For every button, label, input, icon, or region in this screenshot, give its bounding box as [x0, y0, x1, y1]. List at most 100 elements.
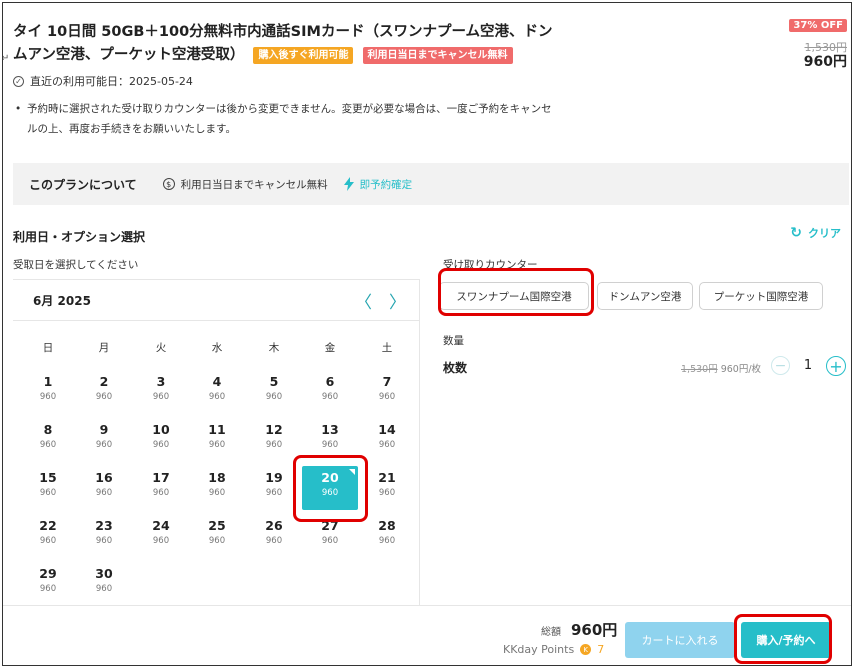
calendar-day-price: 960 — [208, 488, 226, 498]
calendar-day-price: 960 — [378, 488, 396, 498]
unit-price: 1,530円 960円/枚 — [681, 361, 761, 375]
calendar-day-number: 26 — [265, 518, 283, 533]
next-month-button[interactable]: 〉 — [389, 288, 406, 313]
calendar-day-number: 15 — [39, 470, 57, 485]
calendar-month: 6月 2025 — [33, 294, 91, 308]
calendar-day-price: 960 — [265, 488, 283, 498]
calendar-day-price: 960 — [95, 584, 113, 594]
calendar-day-number: 20 — [321, 470, 339, 485]
calendar-day-number: 18 — [208, 470, 226, 485]
calendar-day[interactable]: 29 960 — [20, 562, 76, 606]
clear-button[interactable]: ↻ クリア — [790, 225, 841, 241]
calendar-day[interactable]: 19 960 — [246, 466, 302, 510]
calendar-day[interactable]: 12 960 — [246, 418, 302, 462]
decrease-quantity-button[interactable]: − — [771, 356, 790, 375]
calendar-day[interactable]: 25 960 — [189, 514, 245, 558]
calendar-day-price: 960 — [39, 536, 57, 546]
plan-title[interactable]: このプランについて — [29, 176, 137, 193]
weekday-header: 土 — [381, 342, 393, 354]
calendar-day-price: 960 — [321, 392, 339, 402]
calendar-day-price: 960 — [321, 488, 339, 498]
calendar-day-price: 960 — [378, 536, 396, 546]
booking-panel: ↵ タイ 10日間 50GB＋100分無料市内通話SIMカード（スワンナプーム空… — [2, 2, 852, 666]
calendar-day-price: 960 — [208, 440, 226, 450]
counter-option-phuket[interactable]: プーケット国際空港 — [699, 282, 823, 310]
calendar-day[interactable]: 17 960 — [133, 466, 189, 510]
calendar-day[interactable]: 23 960 — [76, 514, 132, 558]
counter-option-suvarnabhumi[interactable]: スワンナプーム国際空港 — [439, 282, 589, 310]
calendar-day-price: 960 — [39, 488, 57, 498]
calendar-header: 6月 2025 〈 〉 — [13, 280, 419, 321]
refresh-icon: ↻ — [790, 225, 802, 241]
calendar-day[interactable]: 7 960 — [359, 370, 415, 414]
points-value: 7 — [597, 643, 605, 656]
options-section-title: 利用日・オプション選択 — [13, 230, 146, 244]
weekday-header: 水 — [211, 342, 223, 354]
calendar-day-price: 960 — [95, 488, 113, 498]
calendar-day-number: 30 — [95, 566, 113, 581]
calendar-day[interactable]: 3 960 — [133, 370, 189, 414]
calendar-day[interactable]: 30 960 — [76, 562, 132, 606]
calendar-day-number: 22 — [39, 518, 57, 533]
calendar-day-number: 5 — [269, 374, 279, 389]
calendar-day-price: 960 — [95, 392, 113, 402]
calendar-day-price: 960 — [208, 536, 226, 546]
plan-cancel-text: 利用日当日までキャンセル無料 — [180, 178, 328, 191]
clear-button-label: クリア — [808, 227, 841, 240]
calendar-day-number: 23 — [95, 518, 113, 533]
calendar-day[interactable]: 8 960 — [20, 418, 76, 462]
calendar-day[interactable]: 11 960 — [189, 418, 245, 462]
calendar-day[interactable]: 24 960 — [133, 514, 189, 558]
prev-month-button[interactable]: 〈 — [355, 288, 372, 313]
buy-now-button[interactable]: 購入/予約へ — [741, 622, 831, 658]
weekday-header: 月 — [98, 342, 110, 354]
coin-icon: K — [580, 644, 592, 655]
calendar-day[interactable]: 14 960 — [359, 418, 415, 462]
unit-sale-price: 960円/枚 — [720, 364, 762, 375]
calendar-day[interactable]: 27 960 — [302, 514, 358, 558]
calendar-day[interactable]: 9 960 — [76, 418, 132, 462]
calendar-day-number: 28 — [378, 518, 396, 533]
calendar-day-price: 960 — [39, 440, 57, 450]
calendar-day[interactable]: 22 960 — [20, 514, 76, 558]
calendar-day-price: 960 — [321, 440, 339, 450]
receive-date-label: 受取日を選択してください — [13, 259, 139, 271]
quantity-value: 1 — [803, 358, 813, 373]
calendar-day[interactable]: 2 960 — [76, 370, 132, 414]
increase-quantity-button[interactable]: + — [826, 356, 846, 376]
free-cancel-tag: 利用日当日までキャンセル無料 — [362, 47, 513, 64]
calendar-day-selected[interactable]: 20 960 — [302, 466, 358, 510]
calendar-day-number: 10 — [152, 422, 170, 437]
calendar-day-price: 960 — [152, 392, 170, 402]
calendar-day[interactable]: 5 960 — [246, 370, 302, 414]
counter-option-donmueang[interactable]: ドンムアン空港 — [597, 282, 693, 310]
calendar-day-price: 960 — [208, 392, 226, 402]
calendar-day[interactable]: 26 960 — [246, 514, 302, 558]
total-label: 総額 — [541, 627, 561, 638]
kkday-points: KKday Points K 7 — [503, 643, 604, 656]
plan-info-bar: このプランについて $ 利用日当日までキャンセル無料 即予約確定 — [13, 163, 849, 205]
points-label: KKday Points — [503, 643, 575, 656]
total-price: 960円 — [571, 621, 618, 639]
calendar-day[interactable]: 21 960 — [359, 466, 415, 510]
calendar-day[interactable]: 1 960 — [20, 370, 76, 414]
available-date-text: 直近の利用可能日：2025-05-24 — [30, 75, 193, 88]
calendar-day[interactable]: 18 960 — [189, 466, 245, 510]
calendar-day-price: 960 — [265, 392, 283, 402]
calendar-day-number: 19 — [265, 470, 283, 485]
calendar-day[interactable]: 13 960 — [302, 418, 358, 462]
product-title: タイ 10日間 50GB＋100分無料市内通話SIMカード（スワンナプーム空港、… — [13, 21, 563, 67]
calendar-day[interactable]: 10 960 — [133, 418, 189, 462]
dollar-icon: $ — [162, 178, 175, 190]
calendar-day-price: 960 — [265, 440, 283, 450]
calendar-day[interactable]: 15 960 — [20, 466, 76, 510]
calendar-day-price: 960 — [378, 392, 396, 402]
calendar-day[interactable]: 28 960 — [359, 514, 415, 558]
calendar-day[interactable]: 4 960 — [189, 370, 245, 414]
calendar-day[interactable]: 6 960 — [302, 370, 358, 414]
weekday-header: 木 — [268, 342, 280, 354]
add-to-cart-button[interactable]: カートに入れる — [625, 622, 735, 658]
calendar-day[interactable]: 16 960 — [76, 466, 132, 510]
calendar-day-number: 6 — [325, 374, 335, 389]
lightning-icon — [343, 177, 354, 191]
